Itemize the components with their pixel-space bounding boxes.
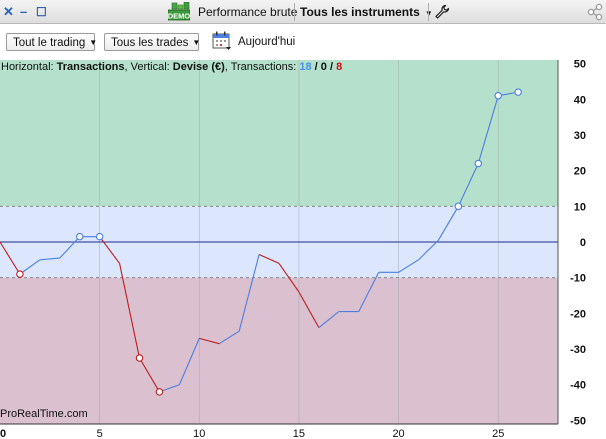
y-tick-label: 50 bbox=[574, 60, 586, 71]
data-point-marker bbox=[135, 354, 144, 362]
equity-curve-chart: 50 40 30 20 10 0 -10 -20 -30 -40 -50 0 5 10 15 20 25 bbox=[0, 60, 586, 439]
y-tick-label: -10 bbox=[570, 273, 586, 285]
window-titlebar: ✕ – ☐ DEMO Performance brute Tous les in… bbox=[0, 0, 606, 24]
minimize-icon[interactable]: – bbox=[20, 4, 27, 20]
maximize-icon[interactable]: ☐ bbox=[36, 4, 47, 20]
wrench-icon[interactable] bbox=[434, 4, 450, 20]
data-point-marker bbox=[454, 202, 463, 211]
x-tick-label: 0 bbox=[0, 428, 6, 439]
transactions-label: , Transactions: bbox=[224, 61, 300, 73]
x-tick-label: 10 bbox=[193, 428, 205, 439]
data-point-marker bbox=[75, 232, 84, 241]
titlebar-separator bbox=[428, 3, 429, 21]
share-icon[interactable] bbox=[586, 3, 604, 21]
winning-trades-count: 18 bbox=[299, 61, 312, 73]
trades-filter-dropdown[interactable]: Tous les trades ▼ bbox=[104, 33, 201, 51]
instruments-dropdown[interactable]: Tous les instruments▼ bbox=[300, 0, 433, 24]
x-tick-label: 5 bbox=[97, 428, 103, 439]
trading-filter-dropdown[interactable]: Tout le trading ▼ bbox=[6, 33, 98, 51]
data-point-marker bbox=[95, 232, 104, 241]
data-point-marker bbox=[494, 91, 502, 100]
chevron-down-icon: ▼ bbox=[89, 38, 98, 47]
y-tick-label: -20 bbox=[570, 308, 586, 320]
vertical-axis-value: Devise (€) bbox=[172, 61, 225, 73]
losing-trades-count: 8 bbox=[336, 61, 343, 73]
y-tick-label: 40 bbox=[574, 94, 586, 106]
data-point-marker bbox=[474, 159, 483, 168]
y-tick-label: -30 bbox=[570, 344, 586, 356]
calendar-icon[interactable] bbox=[212, 31, 232, 51]
chart-info-line: Horizontal: Transactions, Vertical: Devi… bbox=[1, 60, 342, 74]
y-tick-label: 20 bbox=[574, 166, 586, 178]
chevron-down-icon: ▼ bbox=[192, 38, 201, 47]
demo-badge-text: DEMO bbox=[168, 12, 190, 21]
y-tick-label: 30 bbox=[574, 130, 586, 142]
data-point-marker bbox=[16, 270, 24, 278]
data-point-marker bbox=[155, 388, 164, 396]
watermark: ProRealTime.com bbox=[0, 408, 88, 420]
y-tick-label: -50 bbox=[570, 415, 586, 427]
y-tick-label: 10 bbox=[574, 201, 586, 213]
horizontal-axis-value: Transactions bbox=[56, 61, 125, 73]
y-tick-label: -40 bbox=[570, 380, 586, 392]
horizontal-axis-label: Horizontal: bbox=[1, 61, 57, 73]
today-button[interactable]: Aujourd'hui bbox=[238, 33, 295, 51]
y-tick-label: 0 bbox=[580, 237, 586, 249]
count-separator: / bbox=[311, 61, 321, 73]
close-icon[interactable]: ✕ bbox=[3, 4, 14, 20]
x-tick-label: 15 bbox=[293, 428, 305, 439]
zone-band bbox=[0, 277, 558, 424]
instruments-dropdown-label: Tous les instruments bbox=[300, 5, 420, 19]
trades-filter-label: Tous les trades bbox=[111, 37, 189, 49]
vertical-axis-label: , Vertical: bbox=[124, 61, 173, 73]
count-separator: / bbox=[326, 61, 337, 73]
x-tick-label: 20 bbox=[392, 428, 404, 439]
zone-band bbox=[0, 60, 558, 207]
filter-toolbar: Tout le trading ▼ Tous les trades ▼ Aujour… bbox=[0, 24, 606, 60]
data-point-marker bbox=[514, 88, 522, 96]
performance-mode-label[interactable]: Performance brute bbox=[198, 0, 297, 24]
titlebar-separator bbox=[294, 3, 295, 21]
demo-account-icon: DEMO bbox=[168, 2, 190, 21]
x-tick-label: 25 bbox=[492, 428, 504, 439]
trading-filter-label: Tout le trading bbox=[13, 37, 86, 49]
